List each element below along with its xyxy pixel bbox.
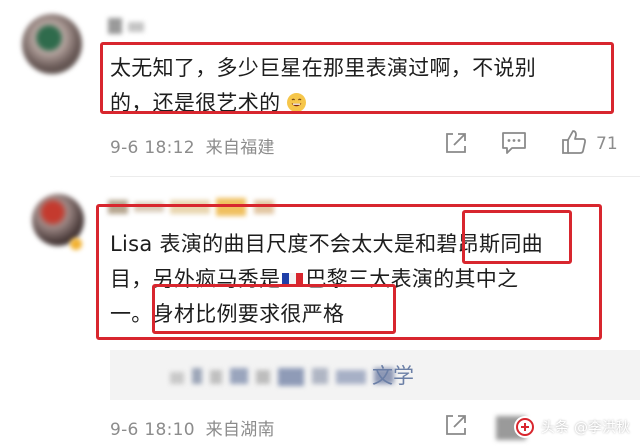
- reply-preview-text: 文学: [372, 364, 414, 388]
- highlight-box: [100, 42, 614, 114]
- watermark: 头条 @李洪秋: [514, 416, 630, 438]
- avatar-badge: [70, 238, 82, 250]
- username-blurred[interactable]: [108, 18, 148, 40]
- comment-date: 9-6: [110, 138, 139, 158]
- comment-meta: 9-6 18:10 来自湖南: [110, 415, 275, 440]
- highlight-box: [152, 284, 396, 334]
- watermark-author: @李洪秋: [574, 420, 630, 436]
- comment-location: 来自湖南: [205, 420, 275, 440]
- comment-meta: 9-6 18:12 来自福建: [110, 133, 275, 158]
- divider: [110, 176, 640, 177]
- watermark-platform: 头条: [541, 420, 569, 436]
- share-icon[interactable]: [443, 412, 469, 442]
- reply-preview[interactable]: 文学: [110, 350, 640, 400]
- comment-date: 9-6: [110, 420, 139, 440]
- platform-logo-icon: [514, 416, 536, 438]
- like-icon[interactable]: [560, 128, 588, 160]
- comment-time: 18:12: [144, 138, 195, 158]
- share-icon[interactable]: [443, 130, 469, 160]
- comment-location: 来自福建: [205, 138, 275, 158]
- highlight-box: [462, 210, 572, 264]
- avatar[interactable]: [22, 14, 82, 74]
- like-count: 71: [596, 134, 618, 154]
- comment-time: 18:10: [144, 420, 195, 440]
- comment-icon[interactable]: [500, 130, 528, 160]
